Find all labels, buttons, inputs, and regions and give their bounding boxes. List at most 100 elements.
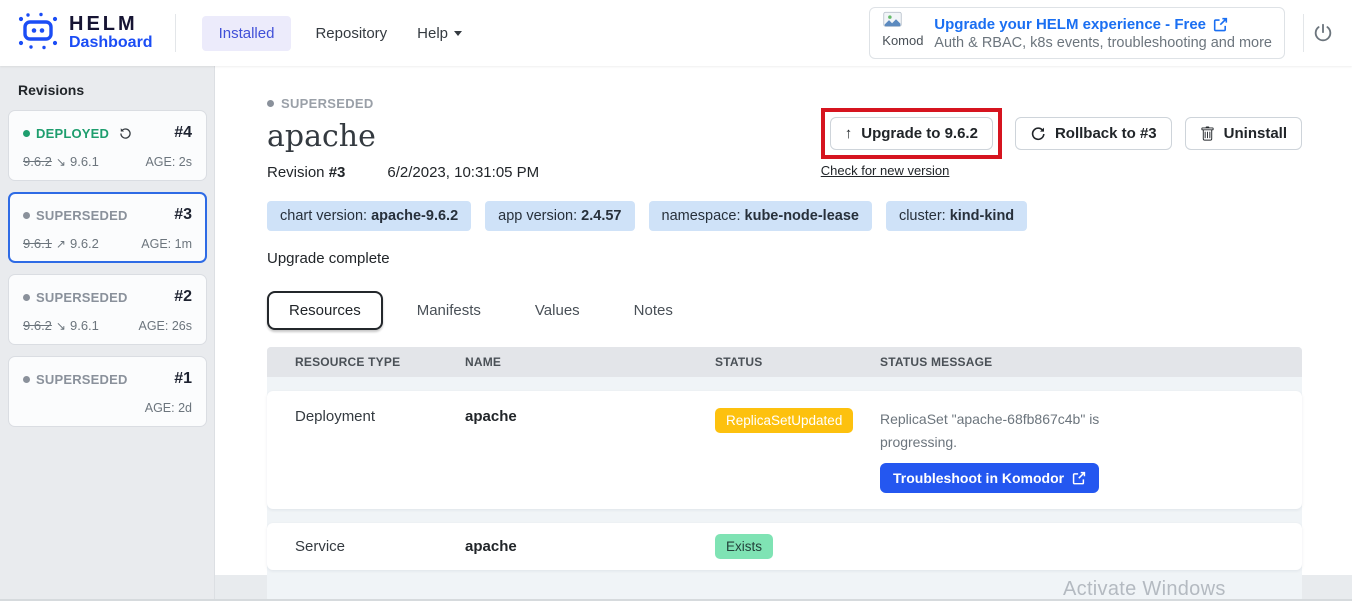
brand-helm: HELM bbox=[69, 14, 153, 35]
promo-subtitle: Auth & RBAC, k8s events, troubleshooting… bbox=[934, 35, 1272, 51]
status-dot bbox=[23, 294, 30, 301]
revision-age: AGE: 2s bbox=[145, 155, 192, 169]
revisions-sidebar: Revisions DEPLOYED #4 9.6.2 ↘ 9.6.1 AGE:… bbox=[0, 66, 215, 601]
komodor-alt-text: Komodor bbox=[882, 34, 924, 48]
revision-date: 6/2/2023, 10:31:05 PM bbox=[387, 164, 539, 181]
nav-tab-installed[interactable]: Installed bbox=[202, 16, 292, 51]
nav-menu-help[interactable]: Help bbox=[417, 25, 462, 42]
external-link-icon bbox=[1213, 17, 1228, 32]
resources-table: RESOURCE TYPE NAME STATUS STATUS MESSAGE… bbox=[267, 347, 1302, 601]
upgrade-button-label: Upgrade to 9.6.2 bbox=[861, 125, 978, 142]
power-icon bbox=[1312, 22, 1334, 44]
revision-number: #3 bbox=[329, 164, 346, 181]
resource-status-cell: Exists bbox=[715, 534, 880, 559]
resource-message-cell: ReplicaSet "apache-68fb867c4b" is progre… bbox=[880, 408, 1302, 493]
table-row-deployment: Deployment apache ReplicaSetUpdated Repl… bbox=[267, 391, 1302, 509]
revision-card-4[interactable]: DEPLOYED #4 9.6.2 ↘ 9.6.1 AGE: 2s bbox=[8, 110, 207, 181]
navbar-divider-2 bbox=[1303, 14, 1304, 52]
revision-card-3[interactable]: SUPERSEDED #3 9.6.1 ↗ 9.6.2 AGE: 1m bbox=[8, 192, 207, 263]
version-arrow-icon: ↗ bbox=[56, 237, 66, 251]
resource-type: Service bbox=[295, 538, 465, 555]
detail-tabs: Resources Manifests Values Notes bbox=[267, 291, 1302, 330]
rollback-button-label: Rollback to #3 bbox=[1055, 125, 1157, 142]
header-name: NAME bbox=[465, 355, 715, 369]
revision-status: SUPERSEDED bbox=[36, 208, 128, 223]
komodor-promo-banner[interactable]: Komodor Upgrade your HELM experience - F… bbox=[869, 7, 1285, 59]
helm-robot-icon bbox=[16, 10, 60, 57]
status-badge: ReplicaSetUpdated bbox=[715, 408, 853, 433]
version-new: 9.6.1 bbox=[70, 154, 99, 169]
troubleshoot-button[interactable]: Troubleshoot in Komodor bbox=[880, 463, 1099, 493]
reload-icon bbox=[119, 127, 132, 140]
table-row-service: Service apache Exists bbox=[267, 523, 1302, 570]
version-arrow-icon: ↘ bbox=[56, 155, 66, 169]
status-dot bbox=[23, 130, 30, 137]
shutdown-button[interactable] bbox=[1312, 22, 1334, 44]
trash-icon bbox=[1200, 126, 1215, 142]
status-dot bbox=[23, 376, 30, 383]
check-new-version-link[interactable]: Check for new version bbox=[821, 163, 1002, 178]
revision-status: SUPERSEDED bbox=[36, 290, 128, 305]
uninstall-button-label: Uninstall bbox=[1224, 125, 1287, 142]
revision-age: AGE: 2d bbox=[145, 401, 192, 415]
resource-type: Deployment bbox=[295, 408, 465, 493]
chip-app-version: app version: 2.4.57 bbox=[485, 201, 634, 231]
release-meta-chips: chart version: apache-9.6.2 app version:… bbox=[267, 201, 1302, 231]
chip-namespace: namespace: kube-node-lease bbox=[649, 201, 872, 231]
header-resource-type: RESOURCE TYPE bbox=[295, 355, 465, 369]
status-dot bbox=[267, 100, 274, 107]
rollback-icon bbox=[1030, 126, 1046, 142]
version-old: 9.6.2 bbox=[23, 154, 52, 169]
release-description: Upgrade complete bbox=[267, 250, 1302, 267]
resource-name: apache bbox=[465, 408, 715, 493]
tab-manifests[interactable]: Manifests bbox=[397, 293, 501, 328]
tab-values[interactable]: Values bbox=[515, 293, 600, 328]
promo-title-text: Upgrade your HELM experience - Free bbox=[934, 16, 1206, 33]
brand-dashboard: Dashboard bbox=[69, 35, 153, 52]
help-label: Help bbox=[417, 25, 448, 42]
uninstall-button[interactable]: Uninstall bbox=[1185, 117, 1302, 150]
broken-image-icon bbox=[882, 11, 903, 31]
top-navbar: HELM Dashboard Installed Repository Help… bbox=[0, 0, 1352, 66]
revisions-heading: Revisions bbox=[18, 82, 207, 98]
resource-status-cell: ReplicaSetUpdated bbox=[715, 408, 880, 493]
revision-number: #4 bbox=[174, 124, 192, 142]
table-header-row: RESOURCE TYPE NAME STATUS STATUS MESSAGE bbox=[267, 347, 1302, 377]
revision-number: #1 bbox=[174, 370, 192, 388]
upgrade-button[interactable]: ↑ Upgrade to 9.6.2 bbox=[830, 117, 993, 150]
nav-tab-repository[interactable]: Repository bbox=[315, 25, 387, 42]
resource-name: apache bbox=[465, 538, 715, 555]
version-old: 9.6.2 bbox=[23, 318, 52, 333]
release-detail-panel: SUPERSEDED apache Revision #3 6/2/2023, … bbox=[215, 66, 1352, 575]
status-message: ReplicaSet "apache-68fb867c4b" is progre… bbox=[880, 408, 1118, 454]
tab-resources[interactable]: Resources bbox=[267, 291, 383, 330]
promo-text: Upgrade your HELM experience - Free Auth… bbox=[934, 16, 1272, 51]
rollback-button[interactable]: Rollback to #3 bbox=[1015, 117, 1172, 150]
revision-number: #2 bbox=[174, 288, 192, 306]
tab-notes[interactable]: Notes bbox=[614, 293, 693, 328]
status-badge: Exists bbox=[715, 534, 773, 559]
revision-status: DEPLOYED bbox=[36, 126, 109, 141]
status-dot bbox=[23, 212, 30, 219]
version-new: 9.6.1 bbox=[70, 318, 99, 333]
external-link-icon bbox=[1072, 471, 1086, 485]
version-old: 9.6.1 bbox=[23, 236, 52, 251]
release-actions: ↑ Upgrade to 9.6.2 Check for new version… bbox=[821, 108, 1302, 178]
chip-cluster: cluster: kind-kind bbox=[886, 201, 1027, 231]
header-status: STATUS bbox=[715, 355, 880, 369]
revision-card-1[interactable]: SUPERSEDED #1 AGE: 2d bbox=[8, 356, 207, 427]
brand-text: HELM Dashboard bbox=[69, 14, 153, 52]
revision-number: #3 bbox=[174, 206, 192, 224]
komodor-broken-image: Komodor bbox=[882, 11, 924, 55]
navbar-divider bbox=[175, 14, 176, 52]
header-status-message: STATUS MESSAGE bbox=[880, 355, 1302, 369]
up-arrow-icon: ↑ bbox=[845, 125, 853, 142]
revision-age: AGE: 1m bbox=[141, 237, 192, 251]
revision-card-2[interactable]: SUPERSEDED #2 9.6.2 ↘ 9.6.1 AGE: 26s bbox=[8, 274, 207, 345]
helm-dashboard-logo[interactable]: HELM Dashboard bbox=[16, 10, 153, 57]
chevron-down-icon bbox=[454, 31, 462, 36]
activate-windows-watermark: Activate Windows bbox=[1063, 578, 1226, 601]
revision-age: AGE: 26s bbox=[139, 319, 193, 333]
revision-label: Revision #3 bbox=[267, 164, 345, 181]
red-annotation-box: ↑ Upgrade to 9.6.2 bbox=[821, 108, 1002, 159]
